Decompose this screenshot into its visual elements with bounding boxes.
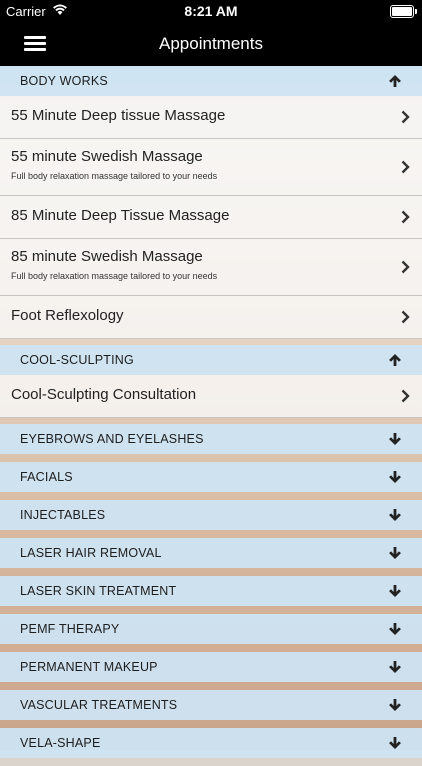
chevron-right-icon <box>401 160 410 174</box>
section-header[interactable]: PEMF THERAPY <box>0 614 422 644</box>
section-title: VELA-SHAPE <box>20 736 101 750</box>
section-title: LASER SKIN TREATMENT <box>20 584 177 598</box>
section-title: COOL-SCULPTING <box>20 353 134 367</box>
section-title: BODY WORKS <box>20 74 108 88</box>
service-item[interactable]: Foot Reflexology <box>0 296 422 339</box>
service-name: 85 minute Swedish Massage <box>11 248 203 265</box>
arrow-down-icon <box>389 699 401 711</box>
section-title: PEMF THERAPY <box>20 622 120 636</box>
service-name: Cool-Sculpting Consultation <box>11 386 197 403</box>
section-header[interactable]: EYEBROWS AND EYELASHES <box>0 424 422 454</box>
section-title: EYEBROWS AND EYELASHES <box>20 432 204 446</box>
service-item[interactable]: 55 minute Swedish Massage Full body relax… <box>0 139 422 196</box>
arrow-down-icon <box>389 661 401 673</box>
service-description: Full body relaxation massage tailored to… <box>11 271 218 281</box>
status-time: 8:21 AM <box>184 3 238 19</box>
service-item[interactable]: 55 Minute Deep tissue Massage <box>0 96 422 139</box>
section-title: PERMANENT MAKEUP <box>20 660 158 674</box>
service-name: 85 Minute Deep Tissue Massage <box>11 207 230 224</box>
appointments-list: BODY WORKS 55 Minute Deep tissue Massage 5… <box>0 66 422 766</box>
status-bar: Carrier 8:21 AM <box>0 0 422 22</box>
section-header[interactable]: LASER HAIR REMOVAL <box>0 538 422 568</box>
chevron-right-icon <box>401 110 410 124</box>
service-item[interactable]: 85 minute Swedish Massage Full body relax… <box>0 239 422 296</box>
section-header[interactable]: INJECTABLES <box>0 500 422 530</box>
service-description: Full body relaxation massage tailored to… <box>11 171 218 181</box>
arrow-down-icon <box>389 471 401 483</box>
section-header[interactable]: PERMANENT MAKEUP <box>0 652 422 682</box>
section-header[interactable]: LASER SKIN TREATMENT <box>0 576 422 606</box>
battery-icon <box>390 5 417 18</box>
section-title: VASCULAR TREATMENTS <box>20 698 178 712</box>
section-title: INJECTABLES <box>20 508 106 522</box>
arrow-down-icon <box>389 623 401 635</box>
service-name: Foot Reflexology <box>11 307 124 324</box>
arrow-down-icon <box>389 433 401 445</box>
section-header[interactable]: BODY WORKS <box>0 66 422 96</box>
service-name: 55 Minute Deep tissue Massage <box>11 107 226 124</box>
section-title: LASER HAIR REMOVAL <box>20 546 162 560</box>
arrow-down-icon <box>389 737 401 749</box>
arrow-up-icon <box>389 354 401 366</box>
arrow-down-icon <box>389 585 401 597</box>
navigation-bar: Appointments <box>0 22 422 66</box>
section-header[interactable]: COOL-SCULPTING <box>0 345 422 375</box>
section-header[interactable]: VASCULAR TREATMENTS <box>0 690 422 720</box>
service-name: 55 minute Swedish Massage <box>11 148 203 165</box>
chevron-right-icon <box>401 210 410 224</box>
service-item[interactable]: Cool-Sculpting Consultation <box>0 375 422 418</box>
service-item[interactable]: 85 Minute Deep Tissue Massage <box>0 196 422 239</box>
section-header[interactable]: VELA-SHAPE <box>0 728 422 758</box>
chevron-right-icon <box>401 389 410 403</box>
section-title: FACIALS <box>20 470 73 484</box>
arrow-up-icon <box>389 75 401 87</box>
chevron-right-icon <box>401 310 410 324</box>
chevron-right-icon <box>401 260 410 274</box>
arrow-down-icon <box>389 547 401 559</box>
section-header[interactable]: FACIALS <box>0 462 422 492</box>
page-title: Appointments <box>159 34 263 53</box>
arrow-down-icon <box>389 509 401 521</box>
